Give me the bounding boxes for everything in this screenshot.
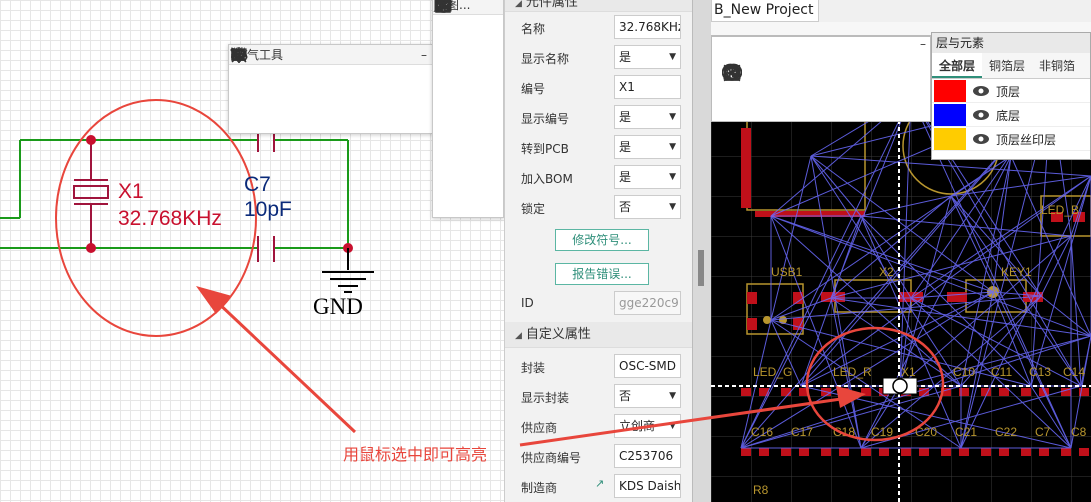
annotation-arrow-right	[519, 386, 866, 447]
annotation-text: 用鼠标选中即可高亮	[343, 445, 488, 464]
